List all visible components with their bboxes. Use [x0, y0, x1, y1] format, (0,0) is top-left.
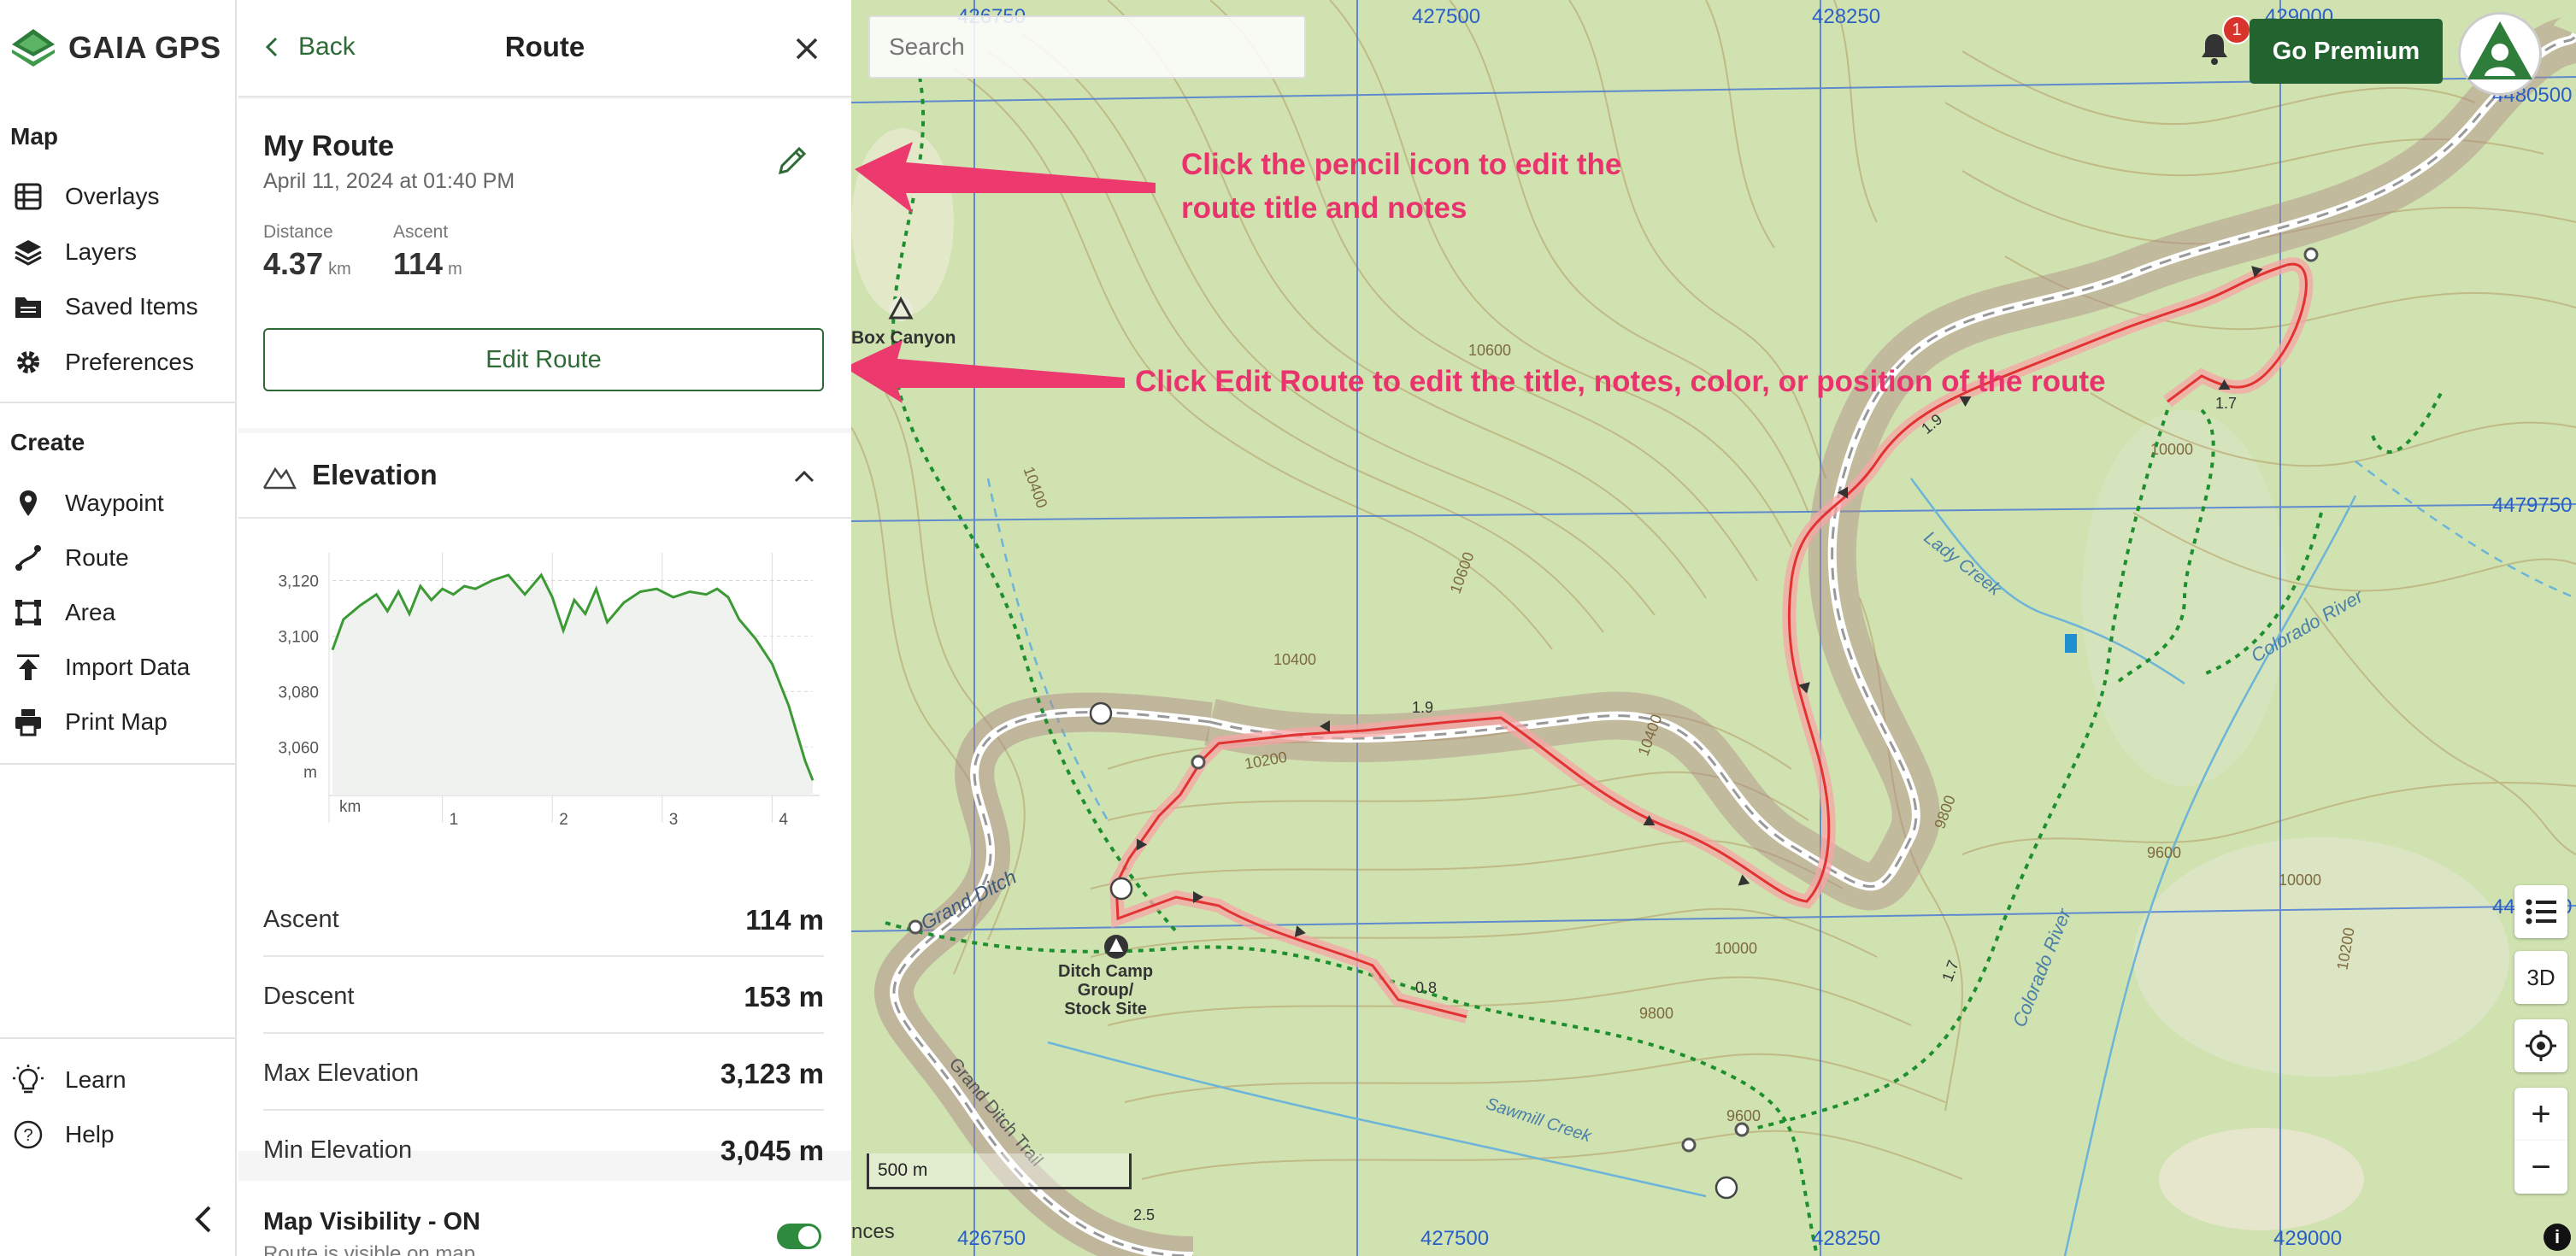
panel-header: Back Route	[238, 0, 851, 97]
visibility-toggle[interactable]	[777, 1224, 821, 1249]
nav-item-waypoint[interactable]: Waypoint	[12, 479, 226, 527]
chevron-up-icon	[794, 470, 815, 483]
elevation-section: Elevation 3,120 3,100 3,080 3,060 1 2 3 4 m km …	[238, 433, 851, 1166]
collapse-nav-button[interactable]	[181, 1198, 224, 1241]
nav-item-label: Learn	[65, 1066, 126, 1093]
nav-divider	[0, 1037, 237, 1039]
nav-item-print-map[interactable]: Print Map	[12, 698, 226, 746]
left-nav: GAIA GPS Map Overlays Layers Saved Items…	[0, 0, 237, 1256]
nav-item-label: Layers	[65, 238, 138, 265]
nav-item-label: Help	[65, 1121, 115, 1147]
y-tick-label: 3,100	[278, 628, 319, 646]
stat-value: 3,045 m	[720, 1135, 824, 1166]
stat-label: Descent	[263, 983, 355, 1010]
nav-item-layers[interactable]: Layers	[12, 228, 226, 276]
ascent-label: Ascent	[393, 222, 449, 242]
stat-label: Max Elevation	[263, 1059, 420, 1087]
area-icon	[12, 596, 44, 629]
nav-item-label: Saved Items	[65, 293, 198, 320]
chart-y-unit: m	[303, 764, 317, 782]
annotation-arrows	[851, 142, 1156, 403]
nav-divider	[0, 402, 237, 403]
ascent-value: 114 m	[393, 246, 462, 281]
close-button[interactable]	[785, 27, 828, 70]
elevation-title: Elevation	[312, 459, 438, 490]
nav-item-learn[interactable]: Learn	[12, 1056, 226, 1104]
lightbulb-icon	[12, 1064, 44, 1096]
stat-row-min-elevation: Min Elevation 3,045 m	[263, 1111, 824, 1188]
arrow-to-pencil	[855, 142, 1156, 214]
map-view[interactable]: 426750 427500 428250 429000 426750 42750…	[851, 0, 2576, 1256]
pencil-icon	[778, 146, 807, 175]
stat-value: 114 m	[745, 904, 824, 936]
nav-item-label: Area	[65, 599, 116, 625]
edit-route-button[interactable]: Edit Route	[263, 328, 824, 391]
distance-label: Distance	[263, 222, 333, 242]
nav-item-import-data[interactable]: Import Data	[12, 643, 226, 691]
stat-row-ascent: Ascent 114 m	[263, 880, 824, 957]
gaia-logo-icon	[12, 29, 55, 67]
x-tick-label: 2	[559, 811, 568, 829]
stat-label: Ascent	[263, 906, 339, 933]
help-icon: ?	[12, 1118, 44, 1151]
create-section-heading: Create	[10, 429, 85, 455]
folder-icon	[12, 291, 44, 323]
route-panel: Back Route My Route April 11, 2024 at 01…	[238, 0, 851, 1256]
stat-row-descent: Descent 153 m	[263, 957, 824, 1034]
x-tick-label: 3	[669, 811, 679, 829]
nav-item-label: Route	[65, 544, 129, 571]
brand-name: GAIA GPS	[68, 30, 221, 65]
nav-item-help[interactable]: ? Help	[12, 1111, 226, 1159]
arrow-to-edit-route	[851, 340, 1125, 403]
x-tick-label: 4	[779, 811, 788, 829]
annotation-edit-route: Click Edit Route to edit the title, note…	[1135, 365, 2106, 398]
elevation-header[interactable]: Elevation	[238, 433, 851, 519]
route-info: My Route April 11, 2024 at 01:40 PM Dist…	[238, 99, 851, 428]
brand-logo[interactable]: GAIA GPS	[10, 22, 221, 73]
nav-item-label: Import Data	[65, 654, 191, 680]
nav-divider	[0, 763, 237, 765]
map-visibility-section: Map Visibility - ON Route is visible on …	[238, 1181, 851, 1256]
stat-label: Min Elevation	[263, 1136, 413, 1164]
map-section-heading: Map	[10, 123, 58, 150]
upload-icon	[12, 651, 44, 684]
route-date: April 11, 2024 at 01:40 PM	[263, 169, 515, 193]
chevron-left-icon	[195, 1206, 211, 1233]
nav-item-label: Waypoint	[65, 490, 164, 516]
x-tick-label: 1	[450, 811, 459, 829]
layers-icon	[12, 236, 44, 268]
distance-value: 4.37 km	[263, 246, 351, 281]
nav-item-area[interactable]: Area	[12, 589, 226, 637]
printer-icon	[12, 706, 44, 738]
stat-value: 153 m	[744, 981, 824, 1012]
edit-title-button[interactable]	[773, 142, 811, 179]
panel-title: Route	[504, 31, 585, 62]
stat-row-max-elevation: Max Elevation 3,123 m	[263, 1034, 824, 1111]
svg-text:?: ?	[23, 1126, 32, 1145]
nav-item-label: Overlays	[65, 183, 160, 209]
route-name: My Route	[263, 130, 394, 162]
route-icon	[12, 542, 44, 574]
y-tick-label: 3,120	[278, 572, 319, 590]
chart-x-unit: km	[339, 798, 361, 816]
nav-item-route[interactable]: Route	[12, 534, 226, 582]
mountain-icon	[262, 467, 297, 490]
nav-item-label: Print Map	[65, 708, 168, 735]
y-tick-label: 3,080	[278, 684, 319, 701]
nav-item-saved-items[interactable]: Saved Items	[12, 283, 226, 331]
gear-icon	[12, 346, 44, 379]
nav-item-label: Preferences	[65, 349, 194, 375]
elevation-chart: 3,120 3,100 3,080 3,060 1 2 3 4 m km	[278, 553, 820, 829]
visibility-title: Map Visibility - ON	[263, 1208, 481, 1235]
nav-item-preferences[interactable]: Preferences	[12, 338, 226, 386]
visibility-subtitle: Route is visible on map	[263, 1242, 476, 1256]
nav-item-overlays[interactable]: Overlays	[12, 173, 226, 220]
stat-value: 3,123 m	[720, 1058, 824, 1089]
overlays-icon	[12, 180, 44, 213]
waypoint-pin-icon	[12, 487, 44, 519]
close-icon	[796, 38, 818, 60]
annotation-pencil: Click the pencil icon to edit the route t…	[1181, 148, 1622, 225]
y-tick-label: 3,060	[278, 739, 319, 757]
